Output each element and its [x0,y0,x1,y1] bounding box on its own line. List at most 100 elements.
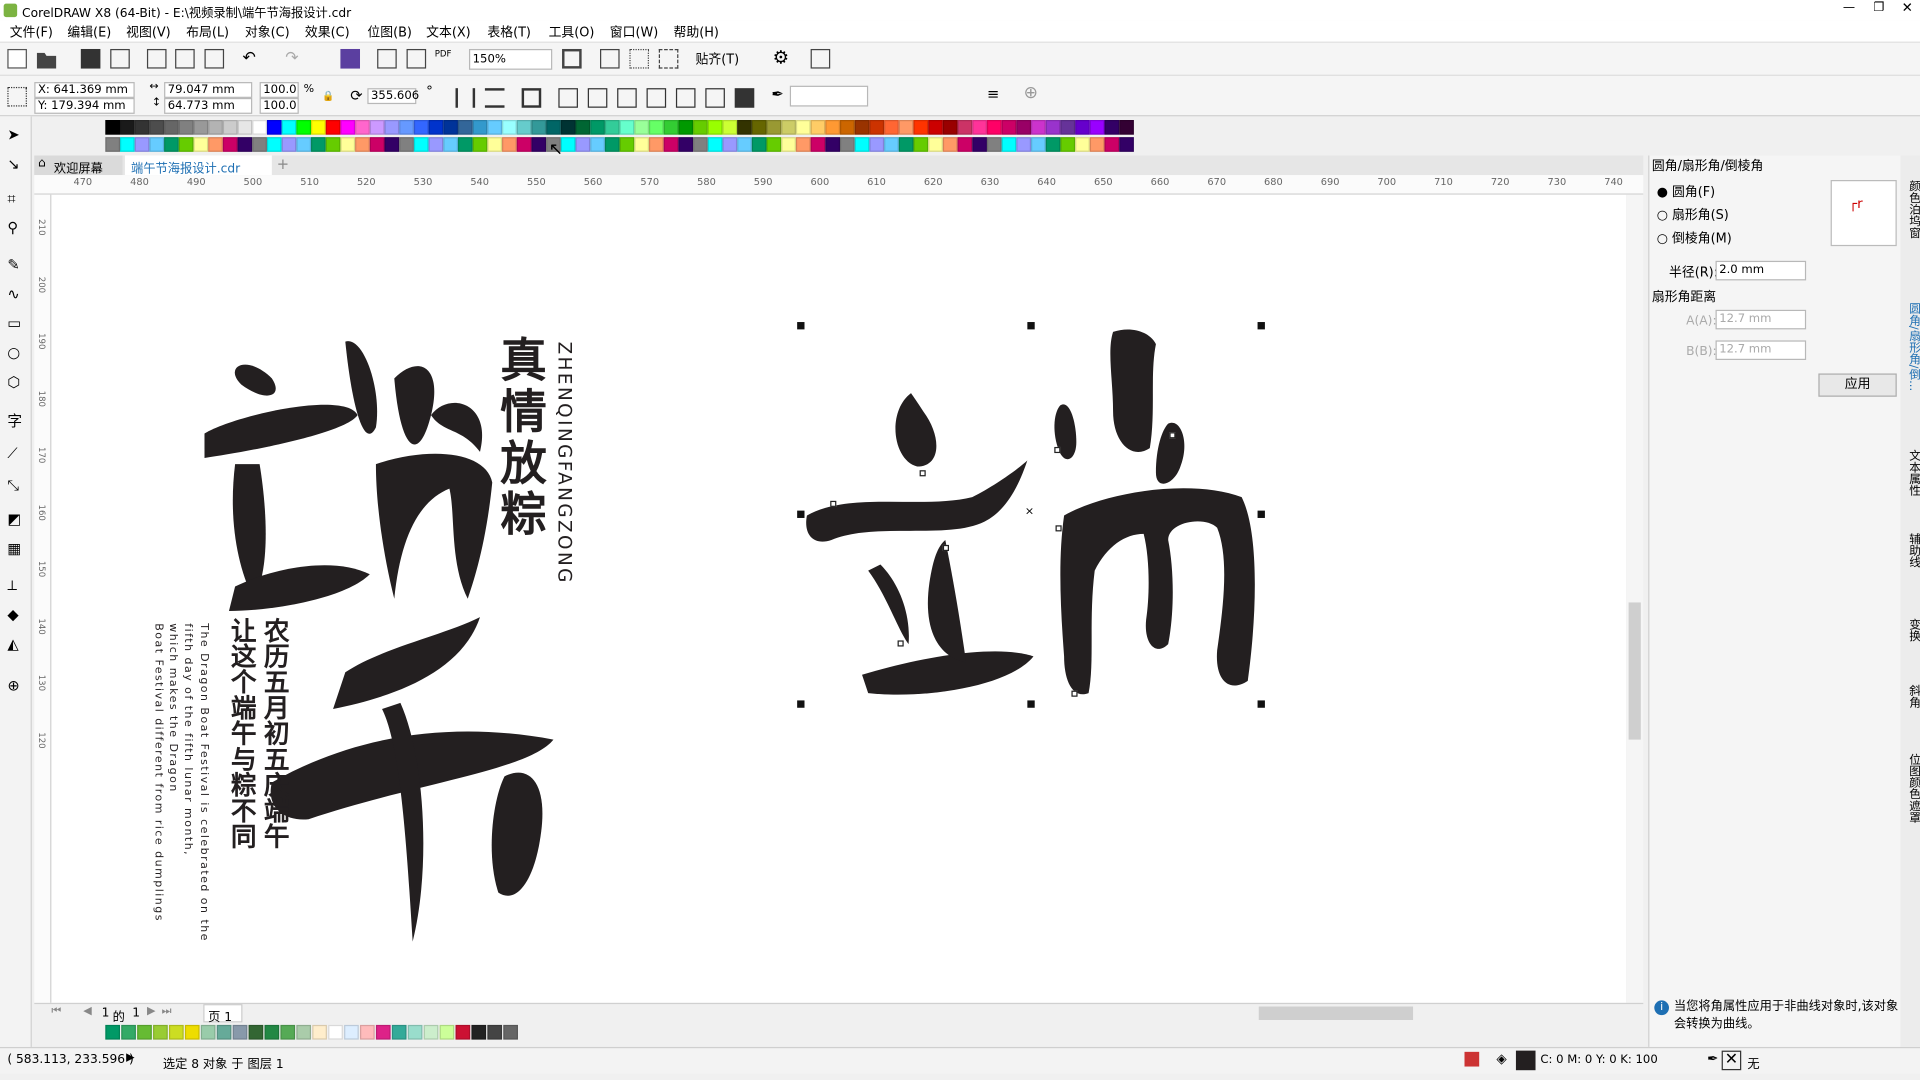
palette-swatch[interactable] [898,137,914,152]
palette-swatch[interactable] [149,120,165,135]
palette-swatch[interactable] [325,137,341,152]
status-arrow-icon[interactable]: ▶ [126,1052,134,1064]
poster-column-1[interactable]: 农历五月初五庆端午 [260,617,292,848]
y-position-field[interactable]: Y: 179.394 mm [34,97,135,114]
palette-swatch[interactable] [296,120,312,135]
document-palette-swatch[interactable] [232,1024,248,1040]
palette-swatch[interactable] [208,137,223,152]
palette-swatch[interactable] [575,137,591,152]
palette-swatch[interactable] [854,137,870,152]
pick-tool-icon[interactable]: ➤ [7,126,19,143]
palette-swatch[interactable] [648,120,664,135]
fill-swatch[interactable] [1515,1050,1536,1071]
docker-tab[interactable]: 位图颜色遮罩 [1904,753,1920,823]
poster-english-4[interactable]: Boat Festival different from rice dumpli… [152,623,164,922]
document-palette-swatch[interactable] [200,1024,216,1040]
palette-swatch[interactable] [619,137,635,152]
palette-swatch[interactable] [428,137,444,152]
palette-swatch[interactable] [898,120,914,135]
menu-item[interactable]: 文本(X) [426,23,471,41]
palette-swatch[interactable] [266,137,282,152]
selection-handle[interactable] [1257,322,1265,330]
new-tab-icon[interactable]: + [277,156,289,173]
document-palette-swatch[interactable] [455,1024,471,1040]
menu-item[interactable]: 位图(B) [367,23,412,41]
palette-swatch[interactable] [340,120,356,135]
simplify-icon[interactable] [646,88,667,108]
rectangle-tool-icon[interactable]: ▭ [7,315,21,332]
interactive-fill-icon[interactable]: ◆ [7,606,18,623]
palette-swatch[interactable] [751,137,767,152]
palette-swatch[interactable] [340,137,356,152]
palette-swatch[interactable] [237,120,253,135]
palette-swatch[interactable] [516,120,532,135]
palette-swatch[interactable] [634,137,649,152]
docker-tab[interactable]: 颜色泊坞窗 [1904,180,1920,238]
docker-tab[interactable]: 变换 [1904,618,1920,641]
redo-icon[interactable]: ↷ [285,49,298,67]
palette-swatch[interactable] [252,137,267,152]
palette-swatch[interactable] [972,137,987,152]
palette-swatch[interactable] [208,120,223,135]
back-minus-front-icon[interactable] [705,88,725,108]
open-icon[interactable] [36,52,57,69]
palette-swatch[interactable] [369,137,385,152]
palette-swatch[interactable] [193,120,209,135]
palette-swatch[interactable] [678,137,694,152]
curve-node[interactable] [1169,432,1176,439]
palette-swatch[interactable] [840,120,855,135]
palette-swatch[interactable] [399,120,414,135]
palette-swatch[interactable] [164,120,179,135]
palette-swatch[interactable] [164,137,179,152]
palette-swatch[interactable] [560,137,576,152]
menu-item[interactable]: 表格(T) [487,23,531,41]
document-palette-swatch[interactable] [168,1024,184,1040]
palette-swatch[interactable] [810,120,826,135]
crop-tool-icon[interactable]: ⌗ [7,190,15,208]
palette-swatch[interactable] [795,137,811,152]
palette-swatch[interactable] [1060,137,1076,152]
zoom-tool-icon[interactable]: ⚲ [7,219,18,236]
document-palette-swatch[interactable] [105,1024,121,1040]
document-palette-swatch[interactable] [503,1024,518,1040]
document-palette-swatch[interactable] [360,1024,375,1040]
vertical-scrollbar[interactable] [1626,194,1644,1003]
palette-swatch[interactable] [311,137,326,152]
document-palette-swatch[interactable] [184,1024,200,1040]
weld-icon[interactable] [558,88,578,108]
drawing-canvas[interactable]: 真情放粽 ZHENQINGFANGZONG 农历五月初五庆端午 让这个端午与粽不… [51,140,1627,1003]
palette-swatch[interactable] [648,137,664,152]
palette-swatch[interactable] [825,120,841,135]
palette-swatch[interactable] [737,137,752,152]
palette-swatch[interactable] [1089,137,1105,152]
palette-swatch[interactable] [1119,120,1134,135]
create-boundary-icon[interactable] [734,88,755,108]
palette-swatch[interactable] [957,137,973,152]
document-palette-swatch[interactable] [153,1024,168,1040]
palette-swatch[interactable] [1104,137,1120,152]
document-palette-swatch[interactable] [137,1024,152,1040]
palette-swatch[interactable] [590,137,605,152]
document-palette-swatch[interactable] [344,1024,359,1040]
palette-swatch[interactable] [457,137,473,152]
menu-item[interactable]: 视图(V) [126,23,171,41]
mirror-horizontal-icon[interactable] [455,88,476,108]
export-icon[interactable] [406,48,427,69]
vertical-ruler[interactable]: 210 200 190 180 170 160 150 140 130 120 [34,194,52,1003]
poster-pinyin[interactable]: ZHENQINGFANGZONG [553,342,575,585]
palette-swatch[interactable] [942,137,958,152]
trim-icon[interactable] [587,88,608,108]
palette-swatch[interactable] [1045,120,1061,135]
scale-y-field[interactable]: 100.0 [259,97,299,114]
document-palette-swatch[interactable] [280,1024,296,1040]
zoom-level-field[interactable]: 150% [468,48,553,70]
palette-swatch[interactable] [737,120,752,135]
palette-swatch[interactable] [1031,120,1046,135]
selection-handle[interactable] [797,700,805,708]
palette-swatch[interactable] [942,120,958,135]
pdf-icon[interactable]: PDF [435,49,452,59]
poster-english-1[interactable]: The Dragon Boat Festival is celebrated o… [197,623,209,942]
scale-x-field[interactable]: 100.0 [259,82,299,98]
palette-swatch[interactable] [795,120,811,135]
palette-swatch[interactable] [693,120,708,135]
